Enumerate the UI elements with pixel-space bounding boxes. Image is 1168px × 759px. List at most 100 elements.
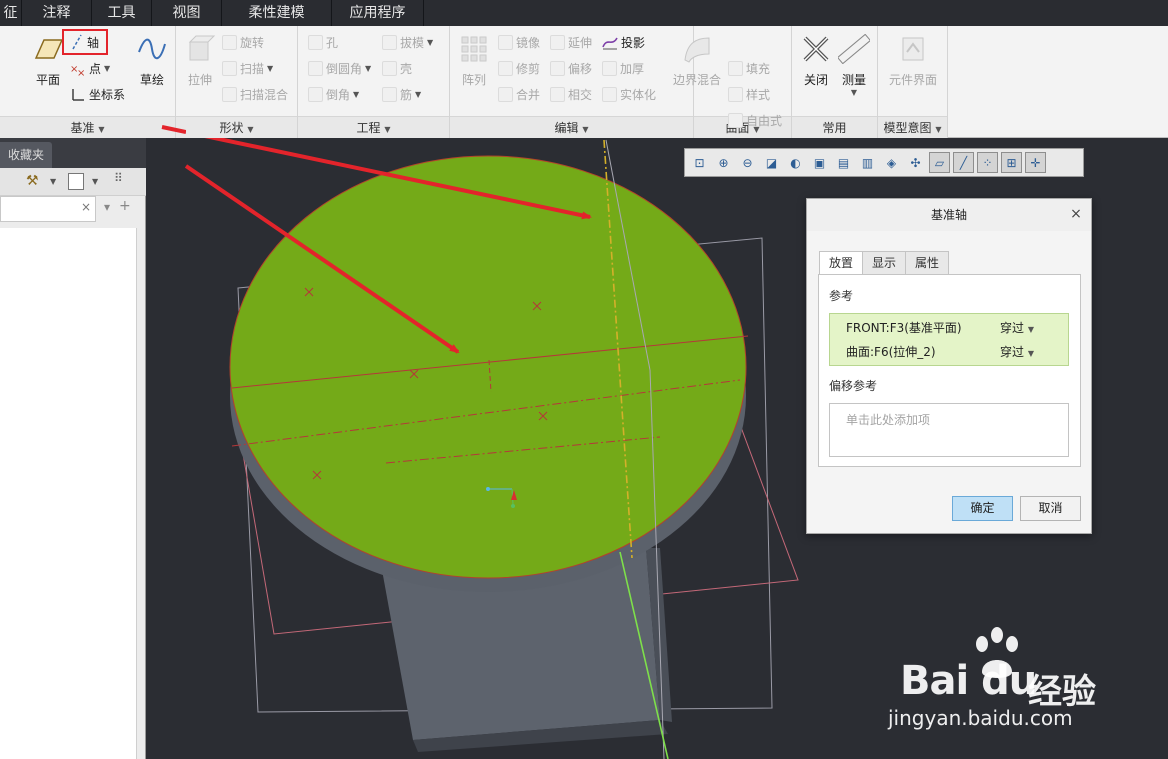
- shell-button[interactable]: 壳: [382, 60, 412, 77]
- references-list[interactable]: FRONT:F3(基准平面) 穿过 ▼ 曲面:F6(拉伸_2) 穿过 ▼: [829, 313, 1069, 366]
- fill-button[interactable]: 填充: [728, 60, 770, 77]
- csys-display-icon[interactable]: ⊞: [1001, 152, 1022, 173]
- saved-views-icon[interactable]: ▣: [809, 152, 830, 173]
- axis-display-icon[interactable]: ╱: [953, 152, 974, 173]
- menu-tab-applications[interactable]: 应用程序: [332, 0, 424, 26]
- menu-tab-feature[interactable]: 征: [0, 0, 22, 26]
- freestyle-icon: [728, 113, 743, 128]
- draft-label: 拔模: [400, 36, 425, 50]
- ruler-icon: [836, 33, 872, 65]
- search-input[interactable]: ×: [0, 196, 96, 222]
- svg-text:×: ×: [77, 68, 85, 76]
- tab-placement[interactable]: 放置: [819, 251, 864, 276]
- refit-icon[interactable]: ⊡: [689, 152, 710, 173]
- cancel-button[interactable]: 取消: [1020, 496, 1081, 521]
- thicken-button[interactable]: 加厚: [602, 60, 644, 77]
- merge-button[interactable]: 合并: [498, 86, 540, 103]
- arrow-tail: [161, 125, 186, 134]
- point-label: 点: [89, 62, 102, 76]
- menu-tab-flexible-modeling[interactable]: 柔性建模: [222, 0, 332, 26]
- rib-button[interactable]: 筋 ▼: [382, 86, 421, 103]
- draft-button[interactable]: 拔模 ▼: [382, 34, 433, 51]
- list-item[interactable]: 曲面:F6(拉伸_2) 穿过 ▼: [830, 340, 1068, 364]
- pattern-button[interactable]: 阵列: [456, 34, 492, 88]
- round-button[interactable]: 倒圆角 ▼: [308, 60, 371, 77]
- menu-tab-annotate[interactable]: 注释: [22, 0, 92, 26]
- view-manager-icon[interactable]: ◈: [881, 152, 902, 173]
- extrude-button[interactable]: 拉伸: [182, 34, 218, 88]
- group-label-model-intent[interactable]: 模型意图 ▼: [878, 116, 947, 138]
- chevron-down-icon[interactable]: ▼: [50, 177, 56, 186]
- model-tree[interactable]: [0, 228, 137, 759]
- menu-tab-tools[interactable]: 工具: [92, 0, 152, 26]
- constraint-dropdown[interactable]: 穿过 ▼: [1000, 316, 1034, 342]
- zoom-out-icon[interactable]: ⊖: [737, 152, 758, 173]
- csys-button[interactable]: 坐标系: [70, 86, 125, 103]
- style-button[interactable]: 样式: [728, 86, 770, 103]
- show-icon[interactable]: [68, 173, 84, 190]
- tab-properties[interactable]: 属性: [905, 251, 950, 275]
- chamfer-icon: [308, 87, 323, 102]
- ok-button[interactable]: 确定: [952, 496, 1013, 521]
- sweep-button[interactable]: 扫描 ▼: [222, 60, 273, 77]
- group-label-shape[interactable]: 形状 ▼: [176, 116, 297, 138]
- tab-display[interactable]: 显示: [862, 251, 907, 275]
- annotation-display-icon[interactable]: ✣: [905, 152, 926, 173]
- swept-blend-button[interactable]: 扫描混合: [222, 86, 288, 103]
- sketch-button[interactable]: 草绘: [134, 34, 170, 88]
- measure-button[interactable]: 测量 ▼: [836, 33, 872, 97]
- merge-icon: [498, 87, 513, 102]
- hole-button[interactable]: 孔: [308, 34, 338, 51]
- style-label: 样式: [746, 88, 771, 102]
- plane-display-icon[interactable]: ▱: [929, 152, 950, 173]
- offset-placeholder: 单击此处添加项: [846, 413, 931, 427]
- point-button[interactable]: × × 点 ▼: [70, 60, 110, 77]
- axis-icon: [72, 34, 82, 50]
- axis-button[interactable]: 轴: [62, 29, 108, 55]
- clear-icon[interactable]: ×: [81, 200, 91, 214]
- add-icon[interactable]: +: [119, 198, 131, 214]
- revolve-button[interactable]: 旋转: [222, 34, 264, 51]
- group-label-editing[interactable]: 编辑 ▼: [450, 116, 693, 138]
- trim-button[interactable]: 修剪: [498, 60, 540, 77]
- solidify-button[interactable]: 实体化: [602, 86, 656, 103]
- plane-label: 平面: [35, 73, 60, 87]
- freestyle-label: 自由式: [746, 114, 783, 128]
- perspective-icon[interactable]: ▥: [857, 152, 878, 173]
- list-item[interactable]: FRONT:F3(基准平面) 穿过 ▼: [830, 316, 1068, 340]
- chevron-down-icon[interactable]: ▼: [92, 177, 98, 186]
- mirror-button[interactable]: 镜像: [498, 34, 540, 51]
- point-display-icon[interactable]: ⁘: [977, 152, 998, 173]
- chamfer-button[interactable]: 倒角 ▼: [308, 86, 359, 103]
- tools-icon[interactable]: ⚒: [26, 173, 39, 189]
- intersect-button[interactable]: 相交: [550, 86, 592, 103]
- trim-icon: [498, 61, 513, 76]
- constraint-dropdown[interactable]: 穿过 ▼: [1000, 340, 1034, 366]
- extend-button[interactable]: 延伸: [550, 34, 592, 51]
- mirror-icon: [498, 35, 513, 50]
- component-interface-button[interactable]: 元件界面: [882, 34, 944, 88]
- style-icon: [728, 87, 743, 102]
- group-engineering: 孔 倒圆角 ▼ 倒角 ▼ 拔模 ▼ 壳 筋 ▼ 工程 ▼: [298, 26, 450, 138]
- close-icon[interactable]: ×: [1069, 207, 1083, 221]
- chevron-down-icon[interactable]: ▼: [836, 88, 872, 97]
- offset-button[interactable]: 偏移: [550, 60, 592, 77]
- menu-tab-view[interactable]: 视图: [152, 0, 222, 26]
- group-label-engineering[interactable]: 工程 ▼: [298, 116, 449, 138]
- filter-dropdown-icon[interactable]: ▾: [104, 200, 110, 214]
- display-style-icon[interactable]: ◐: [785, 152, 806, 173]
- named-views-icon[interactable]: ▤: [833, 152, 854, 173]
- filter-icon[interactable]: ⠿: [114, 171, 123, 185]
- repaint-icon[interactable]: ◪: [761, 152, 782, 173]
- project-button[interactable]: 投影: [602, 34, 645, 51]
- zoom-in-icon[interactable]: ⊕: [713, 152, 734, 173]
- close-button[interactable]: 关闭: [798, 34, 834, 88]
- plane-button[interactable]: 平面: [30, 34, 66, 88]
- offset-references-collector[interactable]: 单击此处添加项: [829, 403, 1069, 457]
- chevron-down-icon[interactable]: ▼: [104, 64, 110, 73]
- spin-center-icon[interactable]: ✛: [1025, 152, 1046, 173]
- fill-icon: [728, 61, 743, 76]
- boundary-blend-button[interactable]: 边界混合: [668, 34, 726, 88]
- tab-favorites[interactable]: 收藏夹: [0, 142, 52, 168]
- freestyle-button[interactable]: 自由式: [728, 112, 782, 129]
